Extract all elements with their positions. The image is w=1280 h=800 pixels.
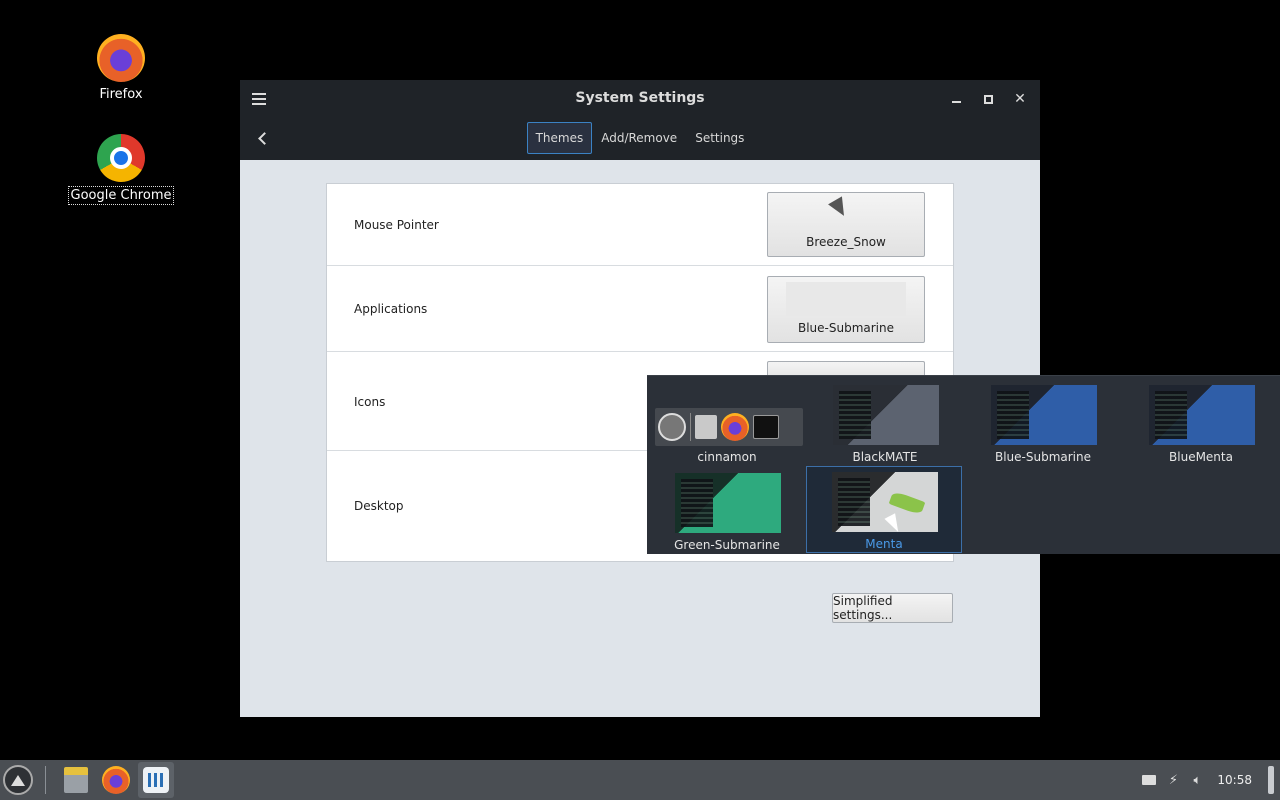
theme-thumbnail bbox=[833, 385, 939, 445]
theme-name: Menta bbox=[865, 537, 903, 551]
files-icon bbox=[64, 767, 88, 793]
row-label: Desktop bbox=[354, 499, 404, 513]
maximize-icon bbox=[983, 94, 993, 104]
window-title: System Settings bbox=[575, 90, 705, 106]
theme-thumbnail bbox=[991, 385, 1097, 445]
menu-logo-icon bbox=[11, 774, 25, 786]
row-label: Applications bbox=[354, 302, 428, 316]
mint-menu-icon bbox=[658, 413, 686, 441]
clock[interactable]: 10:58 bbox=[1217, 773, 1252, 787]
theme-thumbnail bbox=[675, 473, 781, 533]
theme-chooser-popup: cinnamon BlackMATE Blue-Submarine BlueMe… bbox=[647, 375, 1280, 554]
volume-icon[interactable]: 🔈︎ bbox=[1189, 773, 1205, 788]
desktop-icon-label: Google Chrome bbox=[67, 186, 175, 205]
theme-name: BlueMenta bbox=[1169, 450, 1233, 464]
desktop-icon-label: Firefox bbox=[99, 87, 143, 102]
simplified-settings-button[interactable]: Simplified settings... bbox=[832, 593, 953, 623]
theme-option-blackmate[interactable]: BlackMATE bbox=[807, 379, 963, 466]
theme-name: cinnamon bbox=[697, 450, 757, 464]
files-icon bbox=[695, 415, 717, 439]
terminal-icon bbox=[753, 415, 779, 439]
taskbar-files[interactable] bbox=[58, 762, 94, 798]
start-menu-button[interactable] bbox=[3, 765, 33, 795]
cinnamon-preview bbox=[655, 408, 803, 446]
theme-option-blue-submarine[interactable]: Blue-Submarine bbox=[965, 379, 1121, 466]
firefox-icon bbox=[721, 413, 749, 441]
row-label: Icons bbox=[354, 395, 386, 409]
minimize-icon bbox=[951, 101, 961, 103]
theme-button-label: Breeze_Snow bbox=[806, 235, 886, 249]
theme-option-cinnamon[interactable]: cinnamon bbox=[649, 379, 805, 466]
tab-themes[interactable]: Themes bbox=[526, 122, 593, 154]
taskbar-separator bbox=[45, 766, 46, 794]
window-titlebar: System Settings ✕ Themes Add/Remove Sett… bbox=[240, 80, 1040, 160]
desktop: Firefox Google Chrome System Settings ✕ … bbox=[0, 0, 1280, 760]
row-mouse-pointer: Mouse Pointer Breeze_Snow bbox=[327, 184, 953, 266]
theme-option-menta[interactable]: Menta bbox=[806, 466, 962, 553]
network-icon[interactable]: ⚡ bbox=[1165, 773, 1181, 788]
taskbar-firefox[interactable] bbox=[98, 762, 134, 798]
theme-thumbnail bbox=[832, 472, 938, 532]
show-desktop-handle[interactable] bbox=[1268, 766, 1274, 794]
firefox-icon bbox=[97, 34, 145, 82]
close-button[interactable]: ✕ bbox=[1009, 88, 1031, 110]
mouse-pointer-theme-button[interactable]: Breeze_Snow bbox=[767, 192, 925, 257]
theme-thumbnail bbox=[1149, 385, 1255, 445]
tab-add-remove[interactable]: Add/Remove bbox=[592, 122, 686, 154]
theme-name: Green-Submarine bbox=[674, 538, 780, 552]
minimize-button[interactable] bbox=[945, 88, 967, 110]
desktop-icon-chrome[interactable]: Google Chrome bbox=[66, 134, 176, 205]
row-applications: Applications Blue-Submarine bbox=[327, 266, 953, 352]
close-icon: ✕ bbox=[1014, 91, 1026, 107]
theme-name: Blue-Submarine bbox=[994, 450, 1092, 464]
theme-option-green-submarine[interactable]: Green-Submarine bbox=[649, 467, 805, 554]
row-label: Mouse Pointer bbox=[354, 218, 439, 232]
maximize-button[interactable] bbox=[977, 88, 999, 110]
applications-theme-button[interactable]: Blue-Submarine bbox=[767, 276, 925, 343]
system-tray: ⚡ 🔈︎ 10:58 bbox=[1141, 766, 1280, 794]
settings-app-icon bbox=[143, 767, 169, 793]
firefox-icon bbox=[102, 766, 130, 794]
tab-bar: Themes Add/Remove Settings bbox=[240, 122, 1040, 154]
applications-preview bbox=[786, 282, 906, 316]
taskbar-system-settings[interactable] bbox=[138, 762, 174, 798]
pointer-preview-icon bbox=[829, 198, 851, 220]
tab-settings[interactable]: Settings bbox=[686, 122, 753, 154]
theme-button-label: Blue-Submarine bbox=[797, 321, 895, 335]
taskbar: ⚡ 🔈︎ 10:58 bbox=[0, 760, 1280, 800]
chrome-icon bbox=[97, 134, 145, 182]
theme-name: BlackMATE bbox=[852, 450, 918, 464]
printer-icon[interactable] bbox=[1141, 773, 1157, 787]
theme-option-bluementa[interactable]: BlueMenta bbox=[1123, 379, 1279, 466]
desktop-icon-firefox[interactable]: Firefox bbox=[66, 34, 176, 103]
